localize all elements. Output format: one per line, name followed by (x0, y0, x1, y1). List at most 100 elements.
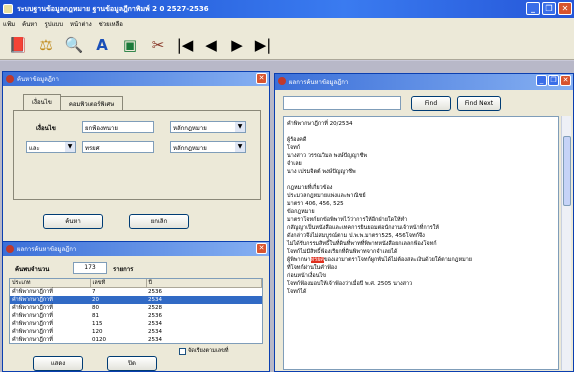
search-window-close-button[interactable]: ✕ (256, 73, 267, 84)
next-record-button[interactable]: ▶ (228, 35, 246, 55)
condition-mode-select-2[interactable]: หลักกฎหมาย ▼ (170, 141, 246, 153)
search-window-icon (6, 75, 14, 83)
last-record-button[interactable]: ▶| (254, 35, 272, 55)
table-row[interactable]: คำพิพากษาฎีกาที่ 81 2536 (10, 312, 262, 320)
judgment-line: ข้อกฎหมาย (287, 209, 315, 215)
condition-mode-select-1[interactable]: หลักกฎหมาย ▼ (170, 121, 246, 133)
table-row[interactable]: คำพิพากษาฎีกาที่ 0120 2534 (10, 336, 262, 343)
detail-window: ผลการค้นหาข้อมูลฎีกา _ ❐ ✕ Find Find Nex… (274, 73, 574, 372)
results-list-header: ประเภท เลขที่ ปี (10, 279, 262, 288)
first-record-button[interactable]: |◀ (176, 35, 194, 55)
sort-checkbox-label: จัดเรียงตามเลขที่ (188, 348, 229, 354)
column-header-type[interactable]: ประเภท (10, 279, 91, 288)
chevron-down-icon: ▼ (235, 122, 245, 132)
menu-file[interactable]: แฟ้ม (3, 19, 15, 29)
condition-label: เงื่อนไข (36, 125, 56, 132)
detail-minimize-button[interactable]: _ (536, 75, 547, 86)
minimize-button[interactable]: _ (526, 2, 540, 15)
row-type: คำพิพากษาฎีกาที่ (12, 313, 53, 319)
row-number: 120 (92, 329, 103, 335)
previous-record-button[interactable]: ◀ (202, 35, 220, 55)
cancel-button[interactable]: ยกเลิก (129, 214, 189, 229)
font-icon[interactable]: A (92, 35, 112, 55)
condition-input-2[interactable]: ทรยศ (82, 141, 154, 153)
column-header-year[interactable]: ปี (146, 279, 262, 288)
judgment-text-lines: คำพิพากษาฎีกาที่ 20/2534 ผู้ร้องคดี โจทก์… (287, 120, 555, 296)
judgment-line: มาตราโจทก์ยกข้อพิพาทไว้ว่าการให้อีกฝ่ายใ… (287, 217, 408, 223)
scales-icon[interactable]: ⚖ (36, 35, 56, 55)
results-window-titlebar: ผลการค้นหาข้อมูลฎีกา ✕ (3, 242, 269, 256)
close-results-button[interactable]: ปิด (107, 356, 157, 371)
law-book-icon[interactable]: 📕 (8, 35, 28, 55)
app-titlebar: ระบบฐานข้อมูลกฎหมาย ฐานข้อมูลฎีกาพิมพ์ 2… (0, 0, 574, 18)
column-header-number[interactable]: เลขที่ (90, 279, 147, 288)
menu-search[interactable]: ค้นหา (22, 19, 37, 29)
close-button[interactable]: ✕ (558, 2, 572, 15)
menu-help[interactable]: ช่วยเหลือ (99, 19, 123, 29)
mdi-workspace: ค้นหาข้อมูลฎีกา ✕ เงื่อนไข คอมพิวเตอร์พิ… (0, 61, 574, 372)
detail-maximize-button[interactable]: ❐ (548, 75, 559, 86)
row-year: 2534 (146, 296, 262, 304)
results-window-icon (6, 245, 14, 253)
show-button[interactable]: แสดง (33, 356, 83, 371)
detail-window-icon (278, 77, 286, 85)
judgment-line: ที่โจทก์ผ่านในคำฟ้อง (287, 265, 337, 271)
row-number: 0120 (92, 337, 106, 343)
judgment-line: ประมวลกฎหมายแพ่งและพาณิชย์ (287, 193, 366, 199)
table-row[interactable]: คำพิพากษาฎีกาที่ 80 2528 (10, 304, 262, 312)
operator-select[interactable]: และ ▼ (26, 141, 76, 153)
menu-format[interactable]: รูปแบบ (45, 19, 64, 29)
search-button[interactable]: ค้นหา (43, 214, 103, 229)
row-number: 115 (92, 321, 103, 327)
document-icon[interactable]: ▣ (120, 35, 140, 55)
judgment-line: คำพิพากษาฎีกาที่ 20/2534 (287, 121, 353, 127)
find-input[interactable] (283, 96, 401, 110)
results-list[interactable]: ประเภท เลขที่ ปี คำพิพากษาฎีกาที่ 7 2536… (9, 278, 263, 344)
operator-value: และ (29, 145, 40, 152)
detail-window-title: ผลการค้นหาข้อมูลฎีกา (289, 79, 349, 86)
table-row[interactable]: คำพิพากษาฎีกาที่ 120 2534 (10, 328, 262, 336)
detail-close-button[interactable]: ✕ (560, 75, 571, 86)
judgment-line: มาตรา 406, 456, 525 (287, 201, 344, 207)
row-number: 80 (92, 305, 99, 311)
judgment-line: โจทก์ได้ (287, 289, 307, 295)
maximize-button[interactable]: ❐ (542, 2, 556, 15)
results-window-close-button[interactable]: ✕ (256, 243, 267, 254)
app-title: ระบบฐานข้อมูลกฎหมาย ฐานข้อมูลฎีกาพิมพ์ 2… (17, 4, 209, 13)
scrollbar-thumb[interactable] (563, 136, 571, 206)
menu-window[interactable]: หน้าต่าง (70, 19, 92, 29)
detail-scrollbar[interactable] (561, 116, 571, 370)
judgment-line: กฎหมายที่เกี่ยวข้อง (287, 185, 333, 191)
judgment-text[interactable]: คำพิพากษาฎีกาที่ 20/2534 ผู้ร้องคดี โจทก์… (283, 116, 559, 370)
menu-bar: แฟ้ม ค้นหา รูปแบบ หน้าต่าง ช่วยเหลือ (0, 18, 574, 30)
checkbox-box[interactable] (179, 347, 186, 355)
chevron-down-icon: ▼ (65, 142, 75, 152)
search-tabs: เงื่อนไข คอมพิวเตอร์พิเศษ (23, 94, 124, 110)
search-window-title: ค้นหาข้อมูลฎีกา (17, 76, 59, 83)
judgment-line: จำเลย (287, 161, 302, 167)
tab-conditions[interactable]: เงื่อนไข (23, 94, 61, 110)
row-type: คำพิพากษาฎีกาที่ (12, 329, 53, 335)
condition-mode-value-2: หลักกฎหมาย (173, 145, 207, 152)
tools-icon[interactable]: ✂ (148, 35, 168, 55)
row-number: 7 (92, 289, 96, 295)
row-year: 2534 (148, 329, 162, 335)
judgment-line: ดังกล่าวจึงไม่สมบูรณ์ตาม ป.พ.พ.มาตรา525,… (287, 233, 425, 239)
tab-special[interactable]: คอมพิวเตอร์พิเศษ (59, 96, 124, 110)
search-book-icon[interactable]: 🔍 (64, 35, 84, 55)
condition-input-1[interactable]: ยกฟ้องทนาย (82, 121, 154, 133)
sort-checkbox[interactable]: จัดเรียงตามเลขที่ (179, 347, 228, 355)
row-number: 20 (90, 296, 146, 304)
row-type: คำพิพากษาฎีกาที่ (12, 305, 53, 311)
highlighted-match: ทรยศ (310, 257, 324, 263)
row-year: 2534 (148, 337, 162, 343)
app-icon (3, 4, 13, 14)
find-button[interactable]: Find (411, 96, 451, 111)
row-type: คำพิพากษาฎีกาที่ (12, 337, 53, 343)
table-row[interactable]: คำพิพากษาฎีกาที่ 115 2534 (10, 320, 262, 328)
conditions-panel: เงื่อนไข ยกฟ้องทนาย หลักกฎหมาย ▼ และ ▼ ท… (13, 110, 261, 200)
find-next-button[interactable]: Find Next (457, 96, 501, 111)
table-row[interactable]: คำพิพากษาฎีกาที่ 20 2534 (10, 296, 262, 304)
row-number: 81 (92, 313, 99, 319)
table-row[interactable]: คำพิพากษาฎีกาที่ 7 2536 (10, 288, 262, 297)
